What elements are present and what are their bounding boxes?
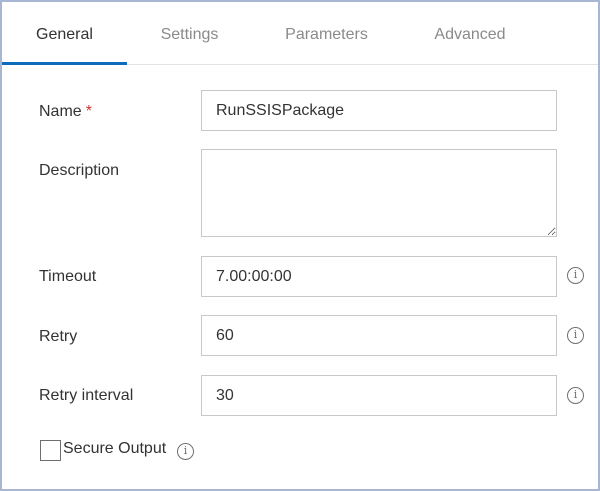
tab-advanced-label: Advanced	[434, 26, 506, 43]
info-icon[interactable]: i	[567, 267, 584, 284]
tab-settings-label: Settings	[160, 26, 219, 43]
tab-advanced[interactable]: Advanced	[415, 2, 525, 64]
activity-properties-panel: General Settings Parameters Advanced Nam…	[0, 0, 600, 491]
description-label: Description	[39, 162, 120, 179]
secure-output-label: Secure Output	[63, 440, 167, 457]
tab-settings[interactable]: Settings	[142, 2, 237, 64]
tab-parameters-label: Parameters	[285, 26, 368, 43]
timeout-input[interactable]	[201, 256, 557, 297]
secure-output-checkbox[interactable]	[40, 440, 61, 461]
required-indicator: *	[85, 103, 92, 120]
retry-interval-input[interactable]	[201, 375, 557, 416]
retry-input[interactable]	[201, 315, 557, 356]
tab-parameters[interactable]: Parameters	[268, 2, 385, 64]
active-tab-indicator	[2, 62, 127, 65]
name-label-text: Name	[39, 103, 82, 120]
retry-label: Retry	[39, 328, 78, 345]
description-textarea[interactable]	[201, 149, 557, 237]
tab-general[interactable]: General	[2, 2, 127, 65]
name-label: Name *	[39, 103, 92, 121]
retry-interval-label: Retry interval	[39, 387, 134, 404]
tab-general-label: General	[36, 26, 93, 43]
timeout-label: Timeout	[39, 268, 97, 285]
name-input[interactable]	[201, 90, 557, 131]
info-icon[interactable]: i	[567, 327, 584, 344]
info-icon[interactable]: i	[567, 387, 584, 404]
info-icon[interactable]: i	[177, 443, 194, 460]
tab-bar: General Settings Parameters Advanced	[2, 2, 598, 65]
